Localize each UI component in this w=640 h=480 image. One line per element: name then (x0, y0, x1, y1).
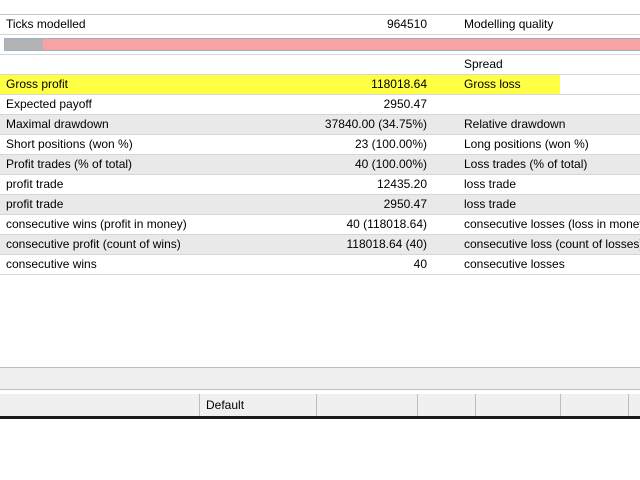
default-tab[interactable]: Default (200, 394, 317, 416)
row-label: Maximal drawdown (6, 117, 109, 131)
toolbar-cell-empty-4[interactable] (476, 394, 561, 416)
row-right-label (464, 95, 640, 114)
report-row: Gross profit 118018.64 Gross loss (0, 75, 640, 95)
row-right-label: Loss trades (% of total) (464, 157, 588, 171)
report-row: consecutive wins 40 consecutive losses (0, 255, 640, 275)
toolbar-cell-empty-3[interactable] (418, 394, 476, 416)
spread-label: Spread (464, 57, 503, 71)
row-value: 37840.00 (34.75%) (324, 117, 427, 131)
report-row: Expected payoff 2950.47 (0, 95, 640, 115)
report-row: Profit trades (% of total) 40 (100.00%) Lo… (0, 155, 640, 175)
toolbar-cell-empty-2[interactable] (317, 394, 418, 416)
row-right-label: Long positions (won %) (464, 137, 589, 151)
row-value: 2950.47 (383, 97, 427, 111)
empty-report-area (0, 275, 640, 367)
row-right-label: Gross loss (464, 77, 521, 91)
row-value: 40 (100.00%) (354, 157, 427, 171)
row-value: 40 (118018.64) (346, 217, 427, 231)
row-label: Gross profit (6, 77, 69, 91)
row-value: 23 (100.00%) (354, 137, 427, 151)
report-row: Maximal drawdown 37840.00 (34.75%) Relativ… (0, 115, 640, 135)
row-right-label: Relative drawdown (464, 117, 566, 131)
report-row: consecutive profit (count of wins) 118018… (0, 235, 640, 255)
spread-row: Spread (0, 55, 640, 75)
row-value: 118018.64 (371, 77, 427, 91)
row-value: 40 (413, 257, 427, 271)
row-value: 2950.47 (383, 197, 427, 211)
row-label: profit trade (6, 177, 64, 191)
report-row: consecutive wins (profit in money) 40 (11… (0, 215, 640, 235)
toolbar-cell-empty-5[interactable] (561, 394, 629, 416)
row-label: consecutive wins (profit in money) (6, 217, 187, 231)
default-tab-label: Default (206, 398, 245, 412)
row-label: Expected payoff (6, 97, 92, 111)
row-right-label: loss trade (464, 177, 517, 191)
modelling-quality-fill (5, 39, 44, 50)
row-label: Profit trades (% of total) (6, 157, 133, 171)
row-label: Short positions (won %) (6, 137, 133, 151)
row-value: 12435.20 (376, 177, 427, 191)
toolbar-cell-empty-6[interactable] (629, 394, 640, 416)
row-label: consecutive profit (count of wins) (6, 237, 181, 251)
row-label: consecutive wins (6, 257, 97, 271)
modelling-quality-label: Modelling quality (464, 17, 554, 31)
bottom-toolbar: Default (0, 394, 640, 419)
toolbar-cell-empty-1[interactable] (0, 394, 200, 416)
row-label: profit trade (6, 197, 64, 211)
report-table: Ticks modelled 964510 Modelling quality … (0, 15, 640, 275)
modelling-quality-bar (4, 38, 640, 51)
ticks-modelled-row: Ticks modelled 964510 Modelling quality (0, 15, 640, 35)
report-row: profit trade 2950.47 loss trade (0, 195, 640, 215)
row-right-label: consecutive loss (count of losses) (464, 237, 640, 251)
row-value: 118018.64 (40) (346, 237, 427, 251)
ticks-modelled-value: 964510 (386, 17, 427, 31)
ticks-modelled-label: Ticks modelled (6, 17, 86, 31)
report-row: profit trade 12435.20 loss trade (0, 175, 640, 195)
row-right-label: loss trade (464, 197, 517, 211)
modelling-quality-row (0, 35, 640, 55)
row-right-label: consecutive losses (464, 257, 565, 271)
status-strip (0, 367, 640, 390)
top-border (0, 0, 640, 15)
row-right-label: consecutive losses (loss in money (464, 217, 640, 231)
report-row: Short positions (won %) 23 (100.00%) Long … (0, 135, 640, 155)
